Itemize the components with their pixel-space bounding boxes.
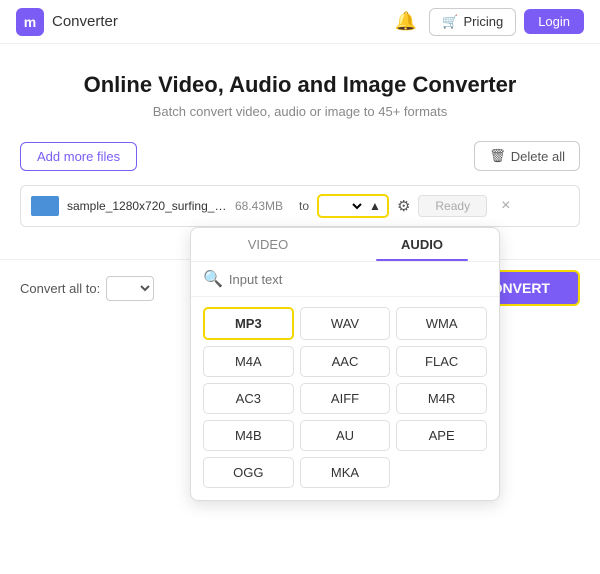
app-title: Converter (52, 13, 118, 30)
header: m Converter 🔔 🛒 Pricing Login (0, 0, 600, 44)
header-right: 🔔 🛒 Pricing Login (391, 7, 584, 36)
bell-button[interactable]: 🔔 (391, 7, 421, 36)
pricing-button[interactable]: 🛒 Pricing (429, 8, 516, 36)
convert-all-select[interactable] (106, 276, 154, 301)
convert-all-label: Convert all to: (20, 281, 100, 296)
format-picker: VIDEO AUDIO 🔍 MP3WAVWMA M4AAACFLAC AC3AIFF… (190, 227, 500, 501)
format-btn-wav[interactable]: WAV (300, 307, 391, 340)
format-btn-ape[interactable]: APE (396, 420, 487, 451)
format-btn-m4a[interactable]: M4A (203, 346, 294, 377)
add-more-files-button[interactable]: Add more files (20, 142, 137, 171)
file-area: sample_1280x720_surfing_with_a... 68.43M… (20, 185, 580, 227)
bell-icon: 🔔 (395, 11, 417, 31)
gear-button[interactable]: ⚙ (397, 197, 410, 215)
format-grid: MP3WAVWMA M4AAACFLAC AC3AIFFM4R M4BAUAPE OGG… (191, 297, 499, 500)
logo-icon: m (16, 8, 44, 36)
search-icon: 🔍 (203, 269, 223, 289)
login-button[interactable]: Login (524, 9, 584, 34)
format-btn-ac3[interactable]: AC3 (203, 383, 294, 414)
format-btn-m4b[interactable]: M4B (203, 420, 294, 451)
format-btn-mp3[interactable]: MP3 (203, 307, 294, 340)
toolbar: Add more files 🗑 Delete all (20, 141, 580, 171)
trash-icon: 🗑 (489, 148, 506, 164)
format-btn-wma[interactable]: WMA (396, 307, 487, 340)
file-thumbnail (31, 196, 59, 216)
close-file-button[interactable]: × (501, 197, 510, 215)
delete-all-button[interactable]: 🗑 Delete all (474, 141, 580, 171)
header-left: m Converter (16, 8, 118, 36)
page-title: Online Video, Audio and Image Converter (20, 72, 580, 98)
to-label: to (299, 199, 309, 213)
tab-video[interactable]: VIDEO (191, 228, 345, 261)
file-row: sample_1280x720_surfing_with_a... 68.43M… (20, 185, 580, 227)
format-btn-m4r[interactable]: M4R (396, 383, 487, 414)
format-btn-mka[interactable]: MKA (300, 457, 391, 488)
format-tabs: VIDEO AUDIO (191, 228, 499, 262)
chevron-up-icon: ▲ (369, 199, 381, 213)
format-btn-flac[interactable]: FLAC (396, 346, 487, 377)
file-size: 68.43MB (235, 199, 283, 213)
format-search-bar: 🔍 (191, 262, 499, 297)
file-name: sample_1280x720_surfing_with_a... (67, 199, 227, 213)
format-select-wrapper[interactable]: ▲ (317, 194, 389, 218)
ready-badge: Ready (418, 195, 487, 217)
format-btn-au[interactable]: AU (300, 420, 391, 451)
convert-all-group: Convert all to: (20, 276, 154, 301)
format-select[interactable] (325, 198, 365, 214)
format-btn-aiff[interactable]: AIFF (300, 383, 391, 414)
format-btn-aac[interactable]: AAC (300, 346, 391, 377)
page-subtitle: Batch convert video, audio or image to 4… (20, 104, 580, 119)
format-btn-ogg[interactable]: OGG (203, 457, 294, 488)
format-search-input[interactable] (229, 272, 487, 287)
cart-icon: 🛒 (442, 14, 458, 30)
tab-audio[interactable]: AUDIO (345, 228, 499, 261)
main-content: Online Video, Audio and Image Converter … (0, 44, 600, 253)
